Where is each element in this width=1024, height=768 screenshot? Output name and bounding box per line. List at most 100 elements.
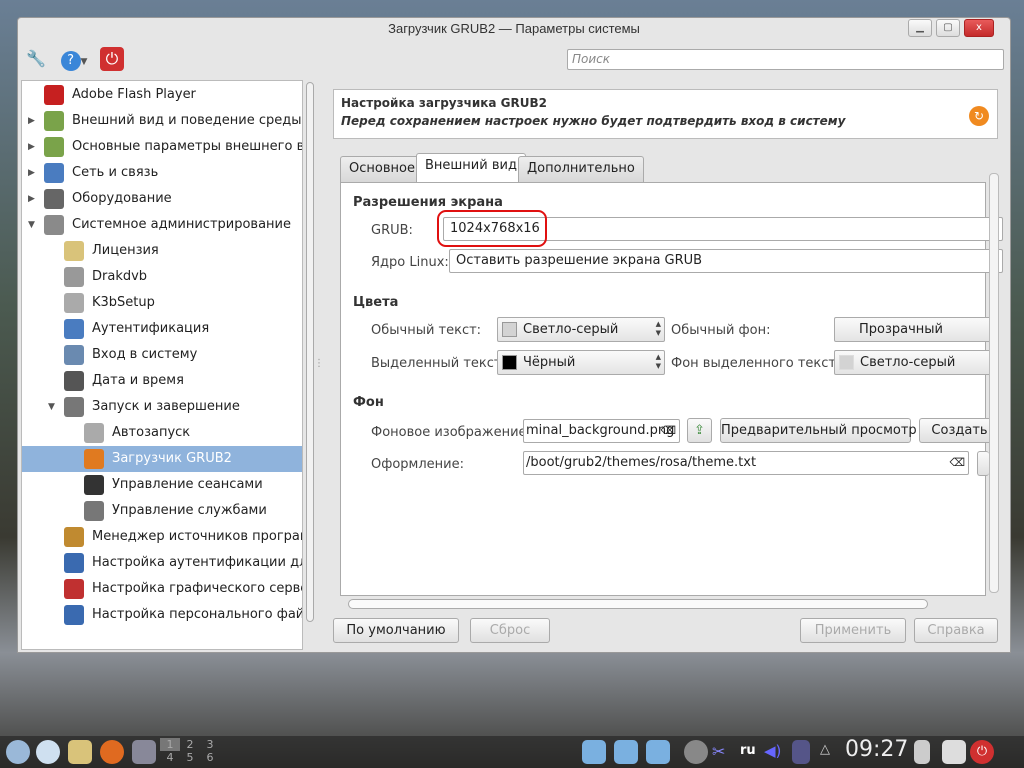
tab-advanced[interactable]: Дополнительно — [518, 156, 644, 182]
folder-up-icon[interactable] — [582, 740, 606, 764]
sidebar-item-label: Сеть и связь — [72, 165, 159, 180]
preview-button[interactable]: Предварительный просмотр — [720, 418, 917, 443]
reset-button[interactable]: Сброс — [470, 618, 550, 643]
color-swatch — [502, 322, 517, 337]
module-icon — [64, 526, 84, 547]
sidebar-item-label: Настройка персонального файерв — [92, 607, 303, 622]
sidebar-item-label: Оборудование — [72, 191, 172, 206]
sidebar-item[interactable]: Автозапуск — [22, 420, 302, 446]
shutdown-icon[interactable]: ⏻ — [970, 740, 994, 764]
expand-arrow-icon[interactable]: ▶ — [28, 160, 35, 186]
app-menu-icon[interactable] — [6, 740, 30, 764]
clear-icon[interactable]: ⌫ — [660, 420, 676, 442]
dashboard-icon[interactable] — [36, 740, 60, 764]
hl-bg-color-combo[interactable]: Светло-серый — [834, 350, 994, 375]
clipboard-icon[interactable]: ✂ — [712, 742, 725, 761]
sidebar-item[interactable]: Лицензия — [22, 238, 302, 264]
sidebar-item[interactable]: Аутентификация — [22, 316, 302, 342]
sidebar-item[interactable]: ▶ Сеть и связь — [22, 160, 302, 186]
sidebar-item[interactable]: Adobe Flash Player — [22, 82, 302, 108]
firefox-icon[interactable] — [100, 740, 124, 764]
apply-button[interactable]: Применить — [800, 618, 906, 643]
sidebar-item[interactable]: Настройка графического сервера — [22, 576, 302, 602]
desktop-1[interactable]: 1 — [160, 738, 180, 751]
sidebar-item[interactable]: ▶ Основные параметры внешнего вида — [22, 134, 302, 160]
sidebar-item[interactable]: Управление сеансами — [22, 472, 302, 498]
module-icon — [44, 110, 64, 131]
module-icon — [64, 266, 84, 287]
volume-icon[interactable]: ◀) — [764, 742, 781, 760]
sidebar-item-label: Вход в систему — [92, 347, 198, 362]
browse-theme-button[interactable] — [977, 451, 989, 476]
collapse-arrow-icon[interactable]: ▼ — [48, 394, 55, 420]
clock[interactable]: 09:27 — [845, 737, 908, 762]
theme-input[interactable]: /boot/grub2/themes/rosa/theme.txt ⌫ — [523, 451, 969, 475]
sidebar-item[interactable]: ▼ Системное администрирование — [22, 212, 302, 238]
sidebar-item[interactable]: Настройка аутентификации для ут — [22, 550, 302, 576]
maximize-button[interactable]: ▢ — [936, 19, 960, 37]
grub-icon: ↻ — [969, 106, 989, 126]
window-title: Загрузчик GRUB2 — Параметры системы — [388, 21, 640, 36]
help-menu-button[interactable]: ? ▼ — [58, 47, 90, 71]
desktop-pager[interactable]: 123 456 — [160, 738, 220, 764]
desktop-2[interactable]: 2 — [180, 738, 200, 751]
content-vertical-scrollbar[interactable] — [989, 173, 999, 593]
configure-icon[interactable]: 🔧 — [24, 47, 48, 71]
splitter-handle[interactable]: ⋮ — [314, 358, 324, 369]
network-icon[interactable] — [792, 740, 810, 764]
expand-arrow-icon[interactable]: ▶ — [28, 108, 35, 134]
search-input[interactable]: Поиск — [567, 49, 1004, 70]
module-icon — [64, 552, 84, 573]
sidebar-item[interactable]: ▼ Запуск и завершение — [22, 394, 302, 420]
trash-icon[interactable] — [914, 740, 930, 764]
close-button[interactable]: x — [964, 19, 994, 37]
file-manager-icon[interactable] — [68, 740, 92, 764]
sidebar-item[interactable]: Вход в систему — [22, 342, 302, 368]
hl-text-color-combo[interactable]: Чёрный ▲ ▼ — [497, 350, 665, 375]
quit-icon[interactable]: ⏻ — [100, 47, 124, 71]
sidebar-item[interactable]: Управление службами — [22, 498, 302, 524]
clear-icon[interactable]: ⌫ — [949, 452, 965, 474]
browse-image-button[interactable]: ⇪ — [687, 418, 712, 443]
spin-arrows-icon: ▲ ▼ — [655, 353, 661, 370]
help-button[interactable]: Справка — [914, 618, 998, 643]
defaults-button[interactable]: По умолчанию — [333, 618, 459, 643]
sidebar-item[interactable]: Менеджер источников программ — [22, 524, 302, 550]
sidebar-item[interactable]: Дата и время — [22, 368, 302, 394]
expand-arrow-icon[interactable]: ▶ — [28, 186, 35, 212]
desktop-5[interactable]: 5 — [180, 751, 200, 764]
bg-image-input[interactable]: minal_background.png ⌫ — [523, 419, 680, 443]
sidebar-item-label: K3bSetup — [92, 295, 155, 310]
normal-bg-color-combo[interactable]: Прозрачный — [834, 317, 994, 342]
normal-text-color-combo[interactable]: Светло-серый ▲ ▼ — [497, 317, 665, 342]
system-settings-task[interactable] — [132, 740, 156, 764]
module-icon — [64, 240, 84, 261]
sidebar-item-label: Аутентификация — [92, 321, 210, 336]
sidebar-item[interactable]: Drakdvb — [22, 264, 302, 290]
module-icon — [44, 162, 64, 183]
expand-arrow-icon[interactable]: ▶ — [28, 134, 35, 160]
highlight-annotation — [437, 210, 547, 247]
sidebar-item[interactable]: K3bSetup — [22, 290, 302, 316]
sidebar-item[interactable]: Настройка персонального файерв — [22, 602, 302, 628]
folder-icon[interactable] — [614, 740, 638, 764]
tab-appearance[interactable]: Внешний вид — [416, 153, 526, 182]
desktop-4[interactable]: 4 — [160, 751, 180, 764]
content-horizontal-scrollbar[interactable] — [348, 599, 928, 609]
tab-basic[interactable]: Основное — [340, 156, 424, 182]
desktop-6[interactable]: 6 — [200, 751, 220, 764]
keyboard-layout[interactable]: ru — [740, 743, 756, 758]
sidebar-item[interactable]: ▶ Внешний вид и поведение среды раб — [22, 108, 302, 134]
folder-down-icon[interactable] — [646, 740, 670, 764]
create-button[interactable]: Создать — [919, 418, 999, 443]
collapse-arrow-icon[interactable]: ▼ — [28, 212, 35, 238]
sidebar-scrollbar[interactable] — [306, 82, 314, 622]
sidebar-item[interactable]: Загрузчик GRUB2 — [22, 446, 302, 472]
sidebar-item[interactable]: ▶ Оборудование — [22, 186, 302, 212]
desktop-3[interactable]: 3 — [200, 738, 220, 751]
update-icon[interactable] — [684, 740, 708, 764]
minimize-button[interactable]: ▁ — [908, 19, 932, 37]
linux-resolution-combo[interactable]: Оставить разрешение экрана GRUB — [449, 249, 1003, 273]
tray-expand-icon[interactable]: △ — [820, 742, 830, 757]
lock-screen-icon[interactable] — [942, 740, 966, 764]
